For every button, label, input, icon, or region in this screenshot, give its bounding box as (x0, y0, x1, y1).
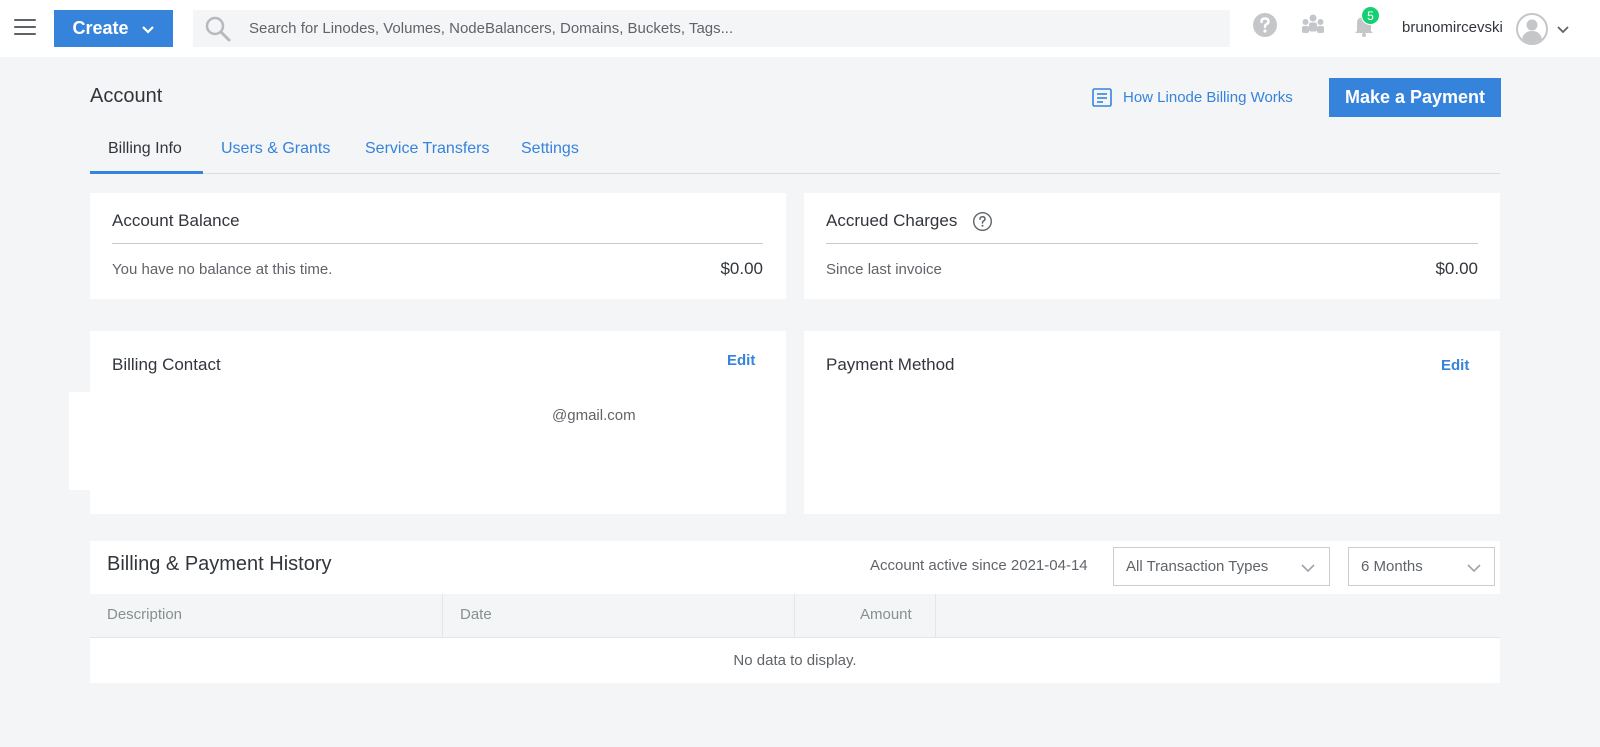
billing-docs-link-label: How Linode Billing Works (1123, 88, 1293, 106)
active-tab-indicator (90, 171, 203, 174)
billing-contact-panel: Billing Contact Edit @gmail.com (90, 331, 786, 514)
period-select[interactable]: 6 Months (1348, 547, 1495, 586)
accrued-message: Since last invoice (826, 261, 942, 278)
help-icon[interactable] (1252, 12, 1278, 38)
help-icon[interactable] (972, 211, 993, 232)
column-description[interactable]: Description (107, 606, 182, 623)
community-icon[interactable] (1300, 12, 1326, 38)
chevron-down-icon[interactable] (1556, 22, 1570, 36)
chevron-down-icon (1467, 564, 1481, 573)
billing-docs-link[interactable]: How Linode Billing Works (1091, 86, 1293, 108)
payment-method-title: Payment Method (826, 355, 955, 374)
search-input[interactable] (249, 10, 1209, 47)
document-icon (1092, 88, 1112, 107)
divider (826, 243, 1478, 244)
balance-amount: $0.00 (720, 259, 763, 278)
empty-message: No data to display. (733, 652, 857, 669)
chevron-down-icon (141, 25, 154, 34)
menu-icon[interactable] (14, 19, 36, 37)
accrued-amount: $0.00 (1435, 259, 1478, 278)
account-balance-panel: Account Balance You have no balance at t… (90, 193, 786, 299)
balance-message: You have no balance at this time. (112, 261, 333, 278)
billing-history-title: Billing & Payment History (107, 553, 332, 575)
edit-billing-contact-link[interactable]: Edit (727, 352, 755, 369)
accrued-charges-panel: Accrued Charges Since last invoice $0.00 (804, 193, 1500, 299)
column-date[interactable]: Date (460, 606, 492, 623)
tab-settings[interactable]: Settings (521, 140, 579, 158)
column-separator (794, 594, 795, 637)
column-amount[interactable]: Amount (860, 606, 912, 623)
tab-service-transfers[interactable]: Service Transfers (365, 140, 489, 158)
table-row: No data to display. (90, 637, 1500, 683)
column-separator (442, 594, 443, 637)
edit-payment-method-link[interactable]: Edit (1441, 357, 1469, 374)
billing-contact-email: @gmail.com (552, 407, 636, 424)
transaction-type-value: All Transaction Types (1126, 558, 1269, 575)
billing-contact-title: Billing Contact (112, 355, 221, 374)
column-separator (935, 594, 936, 637)
avatar-icon[interactable] (1516, 13, 1548, 45)
account-active-since: Account active since 2021-04-14 (870, 557, 1088, 574)
chevron-down-icon (1301, 564, 1315, 573)
divider (112, 243, 763, 244)
page-title: Account (90, 85, 163, 107)
username[interactable]: brunomircevski (1402, 19, 1503, 36)
account-tabs: Billing Info Users & Grants Service Tran… (90, 126, 1500, 174)
account-balance-title: Account Balance (112, 211, 240, 230)
period-value: 6 Months (1361, 558, 1423, 575)
tab-users-grants[interactable]: Users & Grants (221, 140, 330, 158)
search-bar (193, 10, 1230, 47)
search-icon (205, 16, 231, 42)
tab-billing-info[interactable]: Billing Info (108, 140, 182, 158)
payment-method-panel: Payment Method Edit (804, 331, 1500, 514)
notification-badge[interactable]: 5 (1361, 6, 1380, 25)
create-button[interactable]: Create (54, 10, 173, 47)
create-button-label: Create (72, 18, 129, 38)
accrued-charges-title: Accrued Charges (826, 211, 958, 230)
redaction-block (69, 392, 91, 490)
top-bar: Create 5 brunomircevski (0, 0, 1600, 57)
transaction-type-select[interactable]: All Transaction Types (1113, 547, 1330, 586)
table-header: Description Date Amount (90, 594, 1500, 637)
make-payment-button[interactable]: Make a Payment (1329, 78, 1501, 117)
